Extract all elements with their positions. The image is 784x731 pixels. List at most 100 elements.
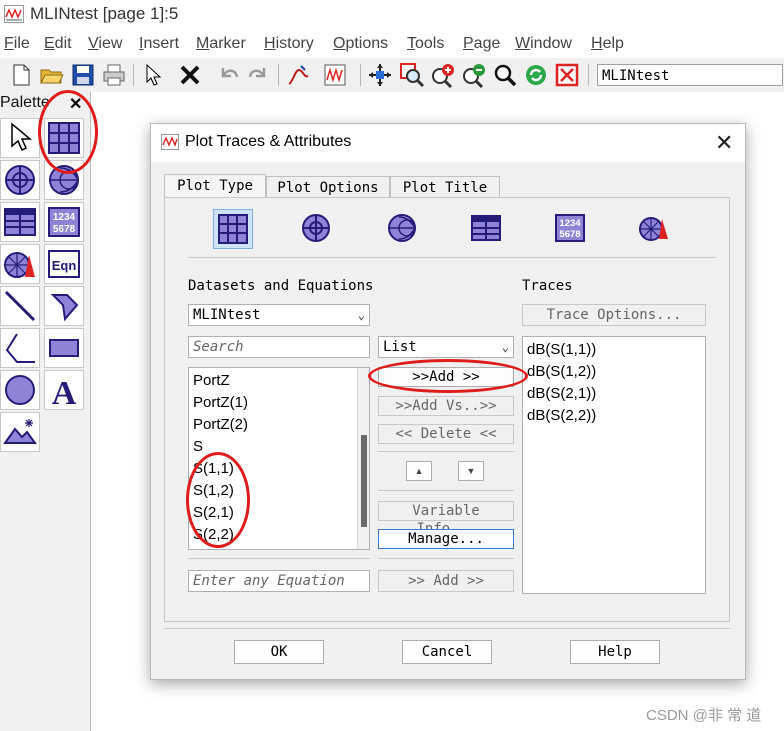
zoom-in-button[interactable] [430,62,456,89]
svg-text:Eqn: Eqn [52,258,77,273]
insert-trace-button[interactable] [285,62,311,88]
list-item[interactable]: dB(S(2,1)) [527,385,596,402]
dataset-variable-list[interactable]: PortZ PortZ(1) PortZ(2) S S(1,1) S(1,2) … [188,367,370,550]
plot-wave-icon [324,64,346,86]
select-pointer-button[interactable] [140,62,166,88]
palette-pointer-tool[interactable] [0,118,40,158]
list-item[interactable]: dB(S(1,1)) [527,341,596,358]
menu-item-help[interactable]: Help [591,35,624,53]
undo-button[interactable] [215,62,241,88]
palette-antenna-plot-tool[interactable] [0,244,40,284]
palette-line-tool[interactable] [0,286,40,326]
menu-item-window[interactable]: Window [515,35,572,53]
list-item[interactable]: dB(S(1,2)) [527,363,596,380]
equation-input[interactable]: Enter any Equation [188,570,370,592]
delete-button[interactable] [177,62,203,88]
list-item[interactable]: S(2,1) [193,504,234,521]
plot-type-antenna[interactable] [635,209,675,249]
trace-options-button[interactable]: Trace Options... [522,304,706,326]
list-item[interactable]: S(2,2) [193,526,234,543]
plot-type-rectangular[interactable] [213,209,253,249]
list-type-value: List [383,339,417,355]
palette-close-button[interactable]: ✕ [69,94,82,114]
palette-panel: Palette ✕ 1234 5678 Eqn A [0,92,91,731]
menu-item-marker[interactable]: Marker [196,35,246,53]
list-type-combo[interactable]: List ⌄ [378,336,514,358]
variable-info-button[interactable]: Variable Info... [378,501,514,537]
help-button[interactable]: Help [570,640,660,664]
add-button[interactable]: >>Add >> [378,367,514,387]
ok-button[interactable]: OK [234,640,324,664]
zoom-out-button[interactable] [461,62,487,89]
redo-icon [248,68,266,78]
refresh-button[interactable] [523,62,549,88]
manage-button[interactable]: Manage... [378,529,514,549]
print-button[interactable] [101,62,127,88]
dataset-list-scrollbar[interactable] [357,368,369,549]
tab-plot-options[interactable]: Plot Options [266,176,390,198]
palette-data-table-tool[interactable]: 1234 5678 [44,202,84,242]
menu-item-edit[interactable]: Edit [44,35,72,53]
palette-polar-plot-tool[interactable] [0,160,40,200]
move-down-button[interactable]: ▼ [458,461,484,481]
palette-equation-tool[interactable]: Eqn [44,244,84,284]
plot-type-polar[interactable] [297,209,337,249]
dataset-selector-field[interactable]: MLINtest [597,64,783,86]
tab-plot-type[interactable]: Plot Type [164,174,266,198]
menu-item-file[interactable]: File [4,35,30,53]
number-table-icon: 12345678 [555,214,585,242]
palette-rectangular-plot-tool[interactable] [44,118,84,158]
menu-item-history[interactable]: History [264,35,314,53]
rectangular-plot-icon [48,122,80,154]
menu-item-insert[interactable]: Insert [139,35,179,53]
list-item[interactable]: S(1,2) [193,482,234,499]
plot-type-list[interactable] [467,209,507,249]
palette-polyline-tool[interactable] [0,328,40,368]
list-item[interactable]: PortZ(1) [193,394,248,411]
equation-icon: Eqn [48,250,80,278]
menu-item-view[interactable]: View [88,35,122,53]
traces-list[interactable]: dB(S(1,1)) dB(S(1,2)) dB(S(2,1)) dB(S(2,… [522,336,706,594]
watermark-text: CSDN @非 常 道 [646,707,762,724]
new-file-button[interactable] [8,62,34,88]
list-item[interactable]: PortZ [193,372,230,389]
pan-button[interactable] [367,62,393,88]
rectangular-plot-icon [218,214,248,244]
printer-icon [103,64,125,86]
palette-rectangle-tool[interactable] [44,328,84,368]
dialog-titlebar: Plot Traces & Attributes ✕ [151,124,745,162]
move-up-button[interactable]: ▲ [406,461,432,481]
scrollbar-thumb[interactable] [361,435,367,527]
tab-plot-title[interactable]: Plot Title [390,176,500,198]
equation-add-button[interactable]: >> Add >> [378,570,514,592]
add-vs-button[interactable]: >>Add Vs..>> [378,396,514,416]
save-button[interactable] [70,62,96,88]
menu-item-page[interactable]: Page [463,35,500,53]
cancel-button[interactable]: Cancel [402,640,492,664]
list-item[interactable]: PortZ(2) [193,416,248,433]
list-item[interactable]: dB(S(2,2)) [527,407,596,424]
palette-smith-chart-tool[interactable] [44,160,84,200]
palette-circle-tool[interactable] [0,370,40,410]
palette-list-tool[interactable] [0,202,40,242]
insert-plot-button[interactable] [322,62,348,88]
open-file-button[interactable] [39,62,65,88]
dialog-close-button[interactable]: ✕ [715,130,733,156]
redo-button[interactable] [246,62,272,88]
plot-type-smith[interactable] [383,209,423,249]
menu-item-options[interactable]: Options [333,35,388,53]
plot-type-data-table[interactable]: 1234 5678 [551,209,591,249]
search-input[interactable]: Search [188,336,370,358]
menu-item-tools[interactable]: Tools [407,35,444,53]
delete-button[interactable]: << Delete << [378,424,514,444]
list-item[interactable]: S [193,438,203,455]
palette-polygon-tool[interactable] [44,286,84,326]
zoom-view-button[interactable] [492,62,518,88]
palette-image-tool[interactable] [0,412,40,452]
chevron-down-icon: ⌄ [357,308,365,322]
zoom-box-button[interactable] [399,62,425,88]
stop-button[interactable] [554,62,580,88]
list-item[interactable]: S(1,1) [193,460,234,477]
palette-text-tool[interactable]: A [44,370,84,410]
dataset-combo[interactable]: MLINtest ⌄ [188,304,370,326]
